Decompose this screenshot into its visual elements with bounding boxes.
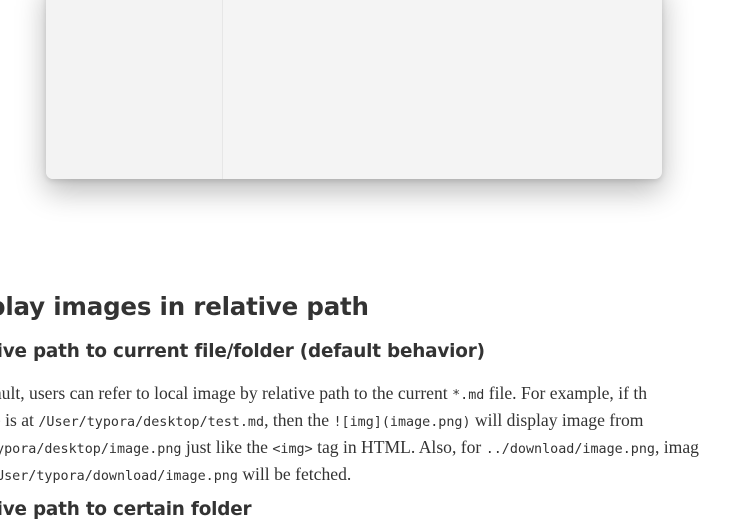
text-run: just like the [181, 437, 273, 457]
text-run: , imag [655, 437, 699, 457]
text-run: will display image from [470, 410, 644, 430]
inline-code: /User/typora/download/image.png [0, 469, 238, 484]
text-run: file. For example, if th [484, 383, 648, 403]
screenshot-editor-panel [223, 0, 662, 179]
paragraph: fault, users can refer to local image by… [0, 381, 730, 489]
inline-code: ../download/image.png [485, 442, 655, 457]
subheading-relative-to-folder: tive path to certain folder [0, 499, 252, 520]
inline-code: typora/desktop/image.png [0, 442, 182, 457]
inline-code: ![img](image.png) [333, 415, 471, 430]
section-heading: play images in relative path [0, 292, 369, 321]
paragraph-line: typora/desktop/image.png just like the <… [0, 435, 730, 462]
subheading-relative-to-file: tive path to current file/folder (defaul… [0, 341, 485, 362]
inline-code: *.md [452, 388, 485, 403]
screenshot-sidebar-panel [46, 0, 223, 179]
text-run: , then the [264, 410, 334, 430]
paragraph-line: /User/typora/download/image.png will be … [0, 462, 730, 489]
text-run: tag in HTML. Also, for [312, 437, 486, 457]
inline-code: /User/typora/desktop/test.md [38, 415, 265, 430]
text-run: fault, users can refer to local image by… [0, 383, 453, 403]
paragraph-line: le is at /User/typora/desktop/test.md, t… [0, 408, 730, 435]
text-run: will be fetched. [237, 464, 352, 484]
paragraph-line: fault, users can refer to local image by… [0, 381, 730, 408]
text-run: le is at [0, 410, 34, 430]
embedded-screenshot [46, 0, 662, 179]
inline-code: <img> [272, 442, 313, 457]
